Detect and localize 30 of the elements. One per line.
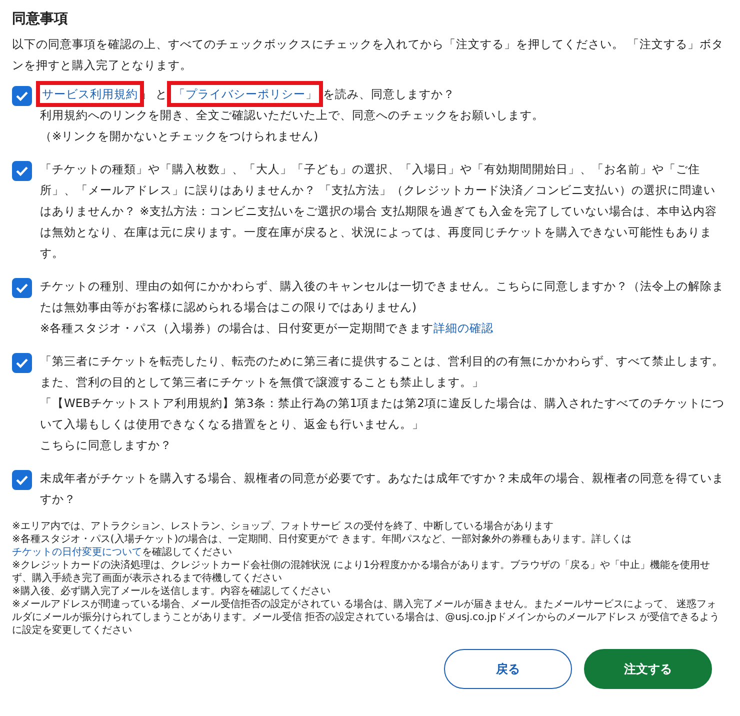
agreement-text: チケットの種別、理由の如何にかかわらず、購入後のキャンセルは一切できません。こちらに同意しますか？（法令上の解除または無効事由等がお客様に認められる場合はこの限りではありません) [40,278,725,316]
note-text: ※各種スタジオ・パス(入場チケット)の場合は、一定期間、日付変更がで きます。年間パスなど、一部対象外の券種もあります。詳しくは チケットの日付変更についてを確認してください [12,533,632,559]
check-icon [16,91,28,101]
section-heading: 同意事項 [12,10,69,28]
agreement-text: （※リンクを開かないとチェックをつけられません) [40,128,320,145]
check-icon [16,358,28,368]
note-text: ※エリア内では、アトラクション、レストラン、ショップ、フォトサービ スの受付を終了、中断している場合があります [12,520,555,533]
agreement-text: 「【WEBチケットストア利用規約】第3条：禁止行為の第1項または第2項に違反した場合は、購入されたすべてのチケットについて入場もしくは使用できなくなる措置をとり、返金も行いません。」 [40,395,726,433]
checkbox[interactable] [12,353,32,373]
link[interactable]: チケットの日付変更について [12,547,142,558]
check-icon [16,166,28,176]
back-button[interactable]: 戻る [444,649,572,689]
checkbox[interactable] [12,470,32,490]
order-button[interactable]: 注文する [584,649,712,689]
check-icon [16,283,28,293]
checkbox[interactable] [12,86,32,106]
agreement-text: 「チケットの種類」や「購入枚数」、「大人」「子ども」の選択、「入場日」や「有効期間開始日」、「お名前」や「ご住所」、「メールアドレス」に誤りはありませんか？ 「支払方法」（クレジットカード決済／コンビニ支払い）の選択に問違いはありませんか？ ※支払方法：コンビニ支払いをご選択の場合 支払期限を過ぎても入金を完了していない場合は、本申込内容は無効となり、在庫は元に戻ります。一度在庫が戻ると、状況によっては、再度同じチケットを購入できない可能性もあります。 [40,161,718,262]
agreement-text: 未成年者がチケットを購入する場合、親権者の同意が必要です。あなたは成年ですか？未成年の場合、親権者の同意を得ていますか？ [40,470,725,508]
note-text: ※購入後、必ず購入完了メールを送信します。内容を確認してください [12,585,332,598]
note-text: ※クレジットカードの決済処理は、クレジットカード会社側の混雑状況 により1分程度かかる場合があります。ブラウザの「戻る」や「中止」機能を使用せず、購入手続き完了画面が表示されるまで待機してください [12,559,711,585]
agreement-text: 「第三者にチケットを転売したり、転売のために第三者に提供することは、営利目的の有無にかかわらず、すべて禁止します。また、営利の目的として第三者にチケットを無償で譲渡することも禁止します。」 [40,353,725,391]
agreement-text: 利用規約へのリンクを開き、全文ご確認いただいた上で、同意へのチェックをお願いします。 [40,107,545,124]
intro-text: 以下の同意事項を確認の上、すべてのチェックボックスにチェックを入れてから「注文する」を押してください。 「注文する」ボタンを押すと購入完了となります。 [12,36,725,74]
agreement-text: こちらに同意しますか？ [40,437,173,454]
checkbox[interactable] [12,161,32,181]
link[interactable]: 詳細の確認 [434,321,494,335]
agreement-text: ※各種スタジオ・パス（入場券）の場合は、日付変更が一定期間できます詳細の確認 [40,320,495,337]
checkbox[interactable] [12,278,32,298]
note-text: ※メールアドレスが間違っている場合、メール受信拒否の設定がされてい る場合は、購入完了メールが届きません。またメールサービスによって、 迷惑フォルダにメールが振分けられてしまうことがあります。メール受信 拒否の設定されている場合は、@usj.co.jpドメインからのメールアドレス が受信できるように設定を変更してください [12,598,721,637]
check-icon [16,475,28,485]
